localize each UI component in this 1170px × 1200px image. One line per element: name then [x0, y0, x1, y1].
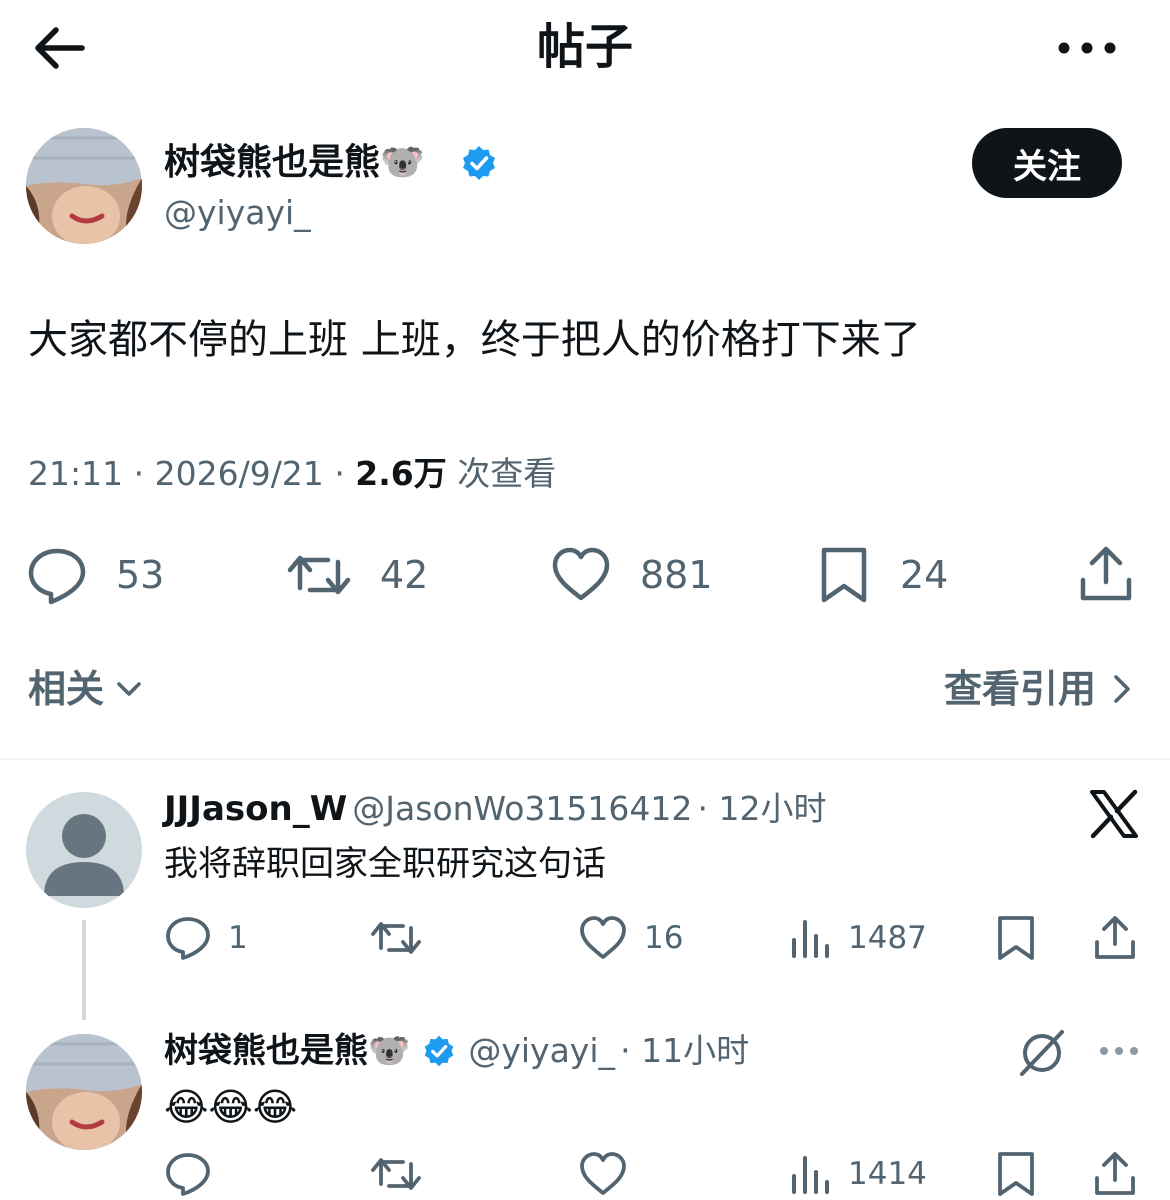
- heart-icon: [552, 547, 610, 601]
- like-count: 881: [640, 553, 713, 597]
- reply-like-button[interactable]: 16: [578, 914, 683, 962]
- tweet-meta: 21:11 · 2026/9/21 · 2.6万 次查看: [28, 454, 557, 493]
- share-icon: [1095, 916, 1135, 959]
- reply-views-button[interactable]: 1414: [788, 1150, 927, 1198]
- default-avatar-icon: [26, 792, 142, 908]
- share-icon: [1095, 1152, 1135, 1195]
- verified-badge-icon: [460, 144, 498, 182]
- bookmark-icon: [821, 547, 867, 603]
- views-label: 次查看: [457, 454, 557, 493]
- reply-views-count: 1487: [848, 920, 927, 956]
- reply-text: 我将辞职回家全职研究这句话: [164, 844, 606, 884]
- reply-views-count: 1414: [848, 1156, 927, 1192]
- reply-reply-button[interactable]: [164, 1150, 228, 1198]
- views-icon: [792, 1156, 829, 1194]
- reply-views-button[interactable]: 1487: [788, 914, 927, 962]
- reply-bookmark-button[interactable]: [994, 1150, 1038, 1198]
- reply-count: 53: [116, 553, 165, 597]
- reply-button[interactable]: 53: [26, 544, 164, 606]
- view-quotes-label: 查看引用: [943, 667, 1096, 711]
- author-name[interactable]: 树袋熊也是熊🐨: [164, 138, 425, 188]
- heart-icon: [580, 916, 626, 959]
- thread-connector: [82, 920, 86, 1020]
- views-icon: [792, 920, 829, 958]
- reply-author-handle[interactable]: @yiyayi_: [468, 1031, 615, 1070]
- reply-icon: [166, 1153, 210, 1196]
- related-label: 相关: [28, 667, 105, 711]
- reply-author-name[interactable]: JJJason_W: [164, 789, 347, 829]
- reply-reply-button[interactable]: 1: [164, 914, 248, 962]
- more-horizontal-icon: [1100, 1047, 1138, 1055]
- share-icon: [1080, 546, 1132, 601]
- reply-header: JJJason_W @JasonWo31516412 · 12小时: [164, 789, 827, 829]
- author-avatar[interactable]: [26, 128, 142, 244]
- view-quotes-link[interactable]: 查看引用: [944, 662, 1134, 716]
- page-title: 帖子: [536, 19, 633, 75]
- reply-author-name[interactable]: 树袋熊也是熊🐨: [164, 1028, 410, 1074]
- reply-bookmark-button[interactable]: [994, 914, 1038, 962]
- bookmark-icon: [998, 916, 1034, 960]
- tweet-date[interactable]: 2026/9/21: [155, 454, 324, 493]
- reply-share-button[interactable]: [1092, 1150, 1138, 1198]
- chevron-down-icon: [117, 682, 141, 696]
- reply-time[interactable]: 12小时: [718, 789, 826, 828]
- reply-icon: [166, 917, 210, 960]
- share-button[interactable]: [1076, 544, 1136, 606]
- reply-author-handle[interactable]: @JasonWo31516412: [352, 789, 692, 828]
- bookmark-button[interactable]: 24: [816, 544, 948, 606]
- grok-icon[interactable]: [1016, 1028, 1068, 1078]
- reply-avatar[interactable]: [26, 1034, 142, 1150]
- chevron-right-icon: [1114, 675, 1130, 703]
- reply-avatar[interactable]: [26, 792, 142, 908]
- reply-reply-count: 1: [228, 920, 248, 956]
- views-count: 2.6万: [355, 454, 447, 493]
- repost-icon: [371, 1158, 421, 1190]
- reply-icon: [28, 548, 86, 605]
- reply-repost-button[interactable]: [370, 1150, 438, 1198]
- reply-text: 😂😂😂: [164, 1085, 298, 1129]
- reply-time[interactable]: 11小时: [641, 1031, 749, 1070]
- reply-more-button[interactable]: [1096, 1036, 1142, 1066]
- divider: [0, 758, 1170, 760]
- verified-badge-icon: [425, 1035, 454, 1067]
- more-button[interactable]: [1052, 26, 1122, 70]
- heart-icon: [580, 1152, 626, 1195]
- repost-icon: [371, 922, 421, 954]
- related-toggle[interactable]: 相关: [28, 662, 144, 716]
- like-button[interactable]: 881: [550, 544, 713, 606]
- reply-like-button[interactable]: [578, 1150, 644, 1198]
- reply-like-count: 16: [644, 920, 684, 956]
- x-logo-icon: [1088, 788, 1140, 840]
- bookmark-icon: [998, 1152, 1034, 1196]
- repost-count: 42: [380, 553, 429, 597]
- more-horizontal-icon: [1058, 42, 1116, 54]
- author-handle[interactable]: @yiyayi_: [164, 190, 311, 236]
- follow-button[interactable]: 关注: [972, 128, 1122, 198]
- repost-button[interactable]: 42: [286, 544, 428, 606]
- bookmark-count: 24: [900, 553, 949, 597]
- reply-header: 树袋熊也是熊🐨 @yiyayi_ · 11小时: [164, 1028, 749, 1074]
- repost-icon: [287, 555, 351, 595]
- reply-repost-button[interactable]: [370, 914, 438, 962]
- tweet-time[interactable]: 21:11: [28, 454, 123, 493]
- tweet-text: 大家都不停的上班 上班，终于把人的价格打下来了: [28, 317, 921, 363]
- reply-share-button[interactable]: [1092, 914, 1138, 962]
